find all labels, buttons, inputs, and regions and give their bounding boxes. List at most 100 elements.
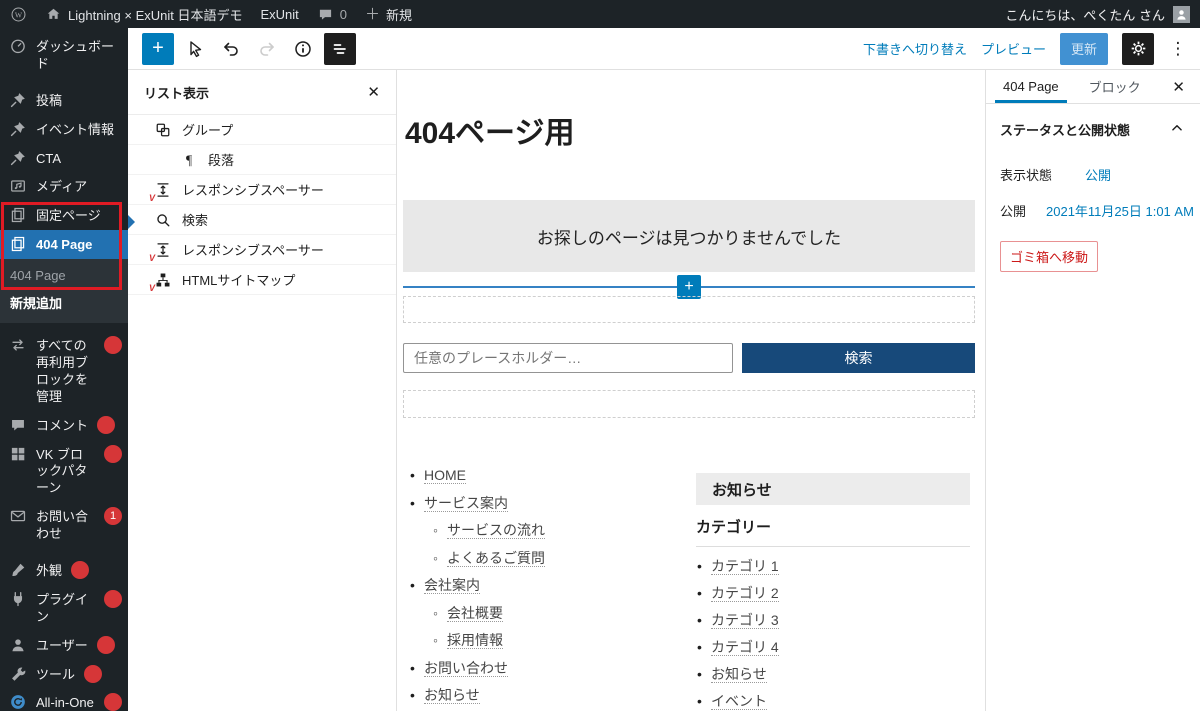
category-heading: カテゴリー bbox=[696, 516, 970, 547]
wrench-icon bbox=[9, 665, 27, 683]
pages-icon bbox=[9, 206, 27, 224]
grid-icon bbox=[9, 445, 27, 463]
sitemap-link: お問い合わせ bbox=[409, 655, 691, 683]
not-found-message-block[interactable]: お探しのページは見つかりませんでした bbox=[403, 200, 975, 272]
sidebar-bottom-group: すべての再利用ブロックを管理 コメント VK ブロックパターン bbox=[0, 331, 128, 711]
user-greeting[interactable]: こんにちは、ぺくたん さん bbox=[1005, 5, 1165, 24]
update-button[interactable]: 更新 bbox=[1060, 33, 1108, 65]
wordpress-editor-screen: W Lightning × ExUnit 日本語デモ ExUnit 0 ＋ 新規… bbox=[0, 0, 1200, 711]
sidebar-menu-item[interactable]: CTA bbox=[0, 144, 128, 173]
search-block: 検索 bbox=[403, 343, 975, 373]
select-tool-button[interactable] bbox=[180, 33, 210, 65]
redo-button[interactable] bbox=[252, 33, 282, 65]
media-icon bbox=[9, 177, 27, 195]
list-view-row[interactable]: V レスポンシブスペーサー bbox=[128, 175, 396, 205]
notification-badge bbox=[71, 561, 89, 579]
admin-bar-right: こんにちは、ぺくたん さん bbox=[1005, 5, 1200, 24]
list-view-row[interactable]: V 検索 bbox=[128, 205, 396, 235]
close-settings-icon[interactable]: ✕ bbox=[1157, 78, 1200, 96]
avatar[interactable] bbox=[1173, 6, 1190, 23]
site-link[interactable]: Lightning × ExUnit 日本語デモ bbox=[45, 5, 243, 24]
list-view-panel: リスト表示 ✕ V グループ ¶V 段落 V レスポンシブスペーサー bbox=[128, 70, 397, 711]
sidebar-menu-item[interactable]: お問い合わせ 1 bbox=[0, 502, 128, 548]
undo-button[interactable] bbox=[216, 33, 246, 65]
status-panel-header[interactable]: ステータスと公開状態 bbox=[986, 104, 1200, 148]
category-link: カテゴリ 2 bbox=[696, 580, 970, 607]
pin-icon bbox=[9, 91, 27, 109]
submenu-item-add-new[interactable]: 新規追加 bbox=[0, 288, 128, 317]
svg-text:W: W bbox=[15, 10, 23, 19]
list-view-rows: V グループ ¶V 段落 V レスポンシブスペーサー V 検索 bbox=[128, 114, 396, 295]
sitemap-link: よくあるご質問 bbox=[432, 545, 691, 573]
sitemap-link: お知らせ bbox=[409, 682, 691, 710]
brush-icon bbox=[9, 561, 27, 579]
category-link: カテゴリ 1 bbox=[696, 553, 970, 580]
block-inserter-button[interactable]: + bbox=[142, 33, 174, 65]
sidebar-menu-item[interactable]: ユーザー bbox=[0, 631, 128, 660]
sidebar-menu-item[interactable]: 外観 bbox=[0, 556, 128, 585]
publish-row: 公開 2021年11月25日 1:01 AM bbox=[986, 201, 1200, 220]
close-icon[interactable]: ✕ bbox=[367, 85, 380, 100]
post-title-field[interactable]: 404ページ用 bbox=[405, 108, 574, 152]
tab-document[interactable]: 404 Page bbox=[988, 70, 1074, 103]
home-icon bbox=[45, 6, 62, 23]
vk-block-badge: V bbox=[149, 194, 155, 203]
exunit-menu[interactable]: ExUnit bbox=[261, 7, 299, 22]
comments-menu[interactable]: 0 bbox=[317, 6, 347, 23]
switch-to-draft-link[interactable]: 下書きへ切り替え bbox=[863, 39, 967, 58]
visibility-row: 表示状態 公開 bbox=[986, 165, 1200, 184]
site-name: Lightning × ExUnit 日本語デモ bbox=[68, 5, 243, 24]
group-icon bbox=[154, 121, 172, 139]
news-widget: お知らせ カテゴリー カテゴリ 1 カテゴリ 2 カテゴリ 3 bbox=[696, 473, 970, 711]
list-view-row[interactable]: ¶V 段落 bbox=[128, 145, 396, 175]
list-view-toggle-button[interactable] bbox=[324, 33, 356, 65]
move-to-trash-button[interactable]: ゴミ箱へ移動 bbox=[1000, 241, 1098, 272]
options-menu-button[interactable]: ⋮ bbox=[1168, 39, 1188, 59]
sitemap-link: サービス案内 bbox=[409, 490, 691, 518]
sidebar-menu-item[interactable]: プラグイン bbox=[0, 585, 128, 631]
publish-date-link[interactable]: 2021年11月25日 1:01 AM bbox=[1046, 201, 1194, 220]
sidebar-menu-item[interactable]: メディア bbox=[0, 172, 128, 201]
tab-block[interactable]: ブロック bbox=[1074, 70, 1156, 103]
list-view-row[interactable]: V グループ bbox=[128, 115, 396, 145]
comments-bubble-icon bbox=[317, 6, 334, 23]
sidebar-menu-item[interactable]: ダッシュボード bbox=[0, 32, 128, 78]
settings-gear-button[interactable] bbox=[1122, 33, 1154, 65]
sidebar-menu-item[interactable]: 固定ページ bbox=[0, 201, 128, 230]
editor-toolbar-right: 下書きへ切り替え プレビュー 更新 ⋮ bbox=[863, 33, 1200, 65]
spacer-block-1[interactable] bbox=[403, 296, 975, 323]
list-view-header: リスト表示 ✕ bbox=[128, 70, 396, 114]
notification-badge bbox=[104, 590, 122, 608]
wordpress-menu[interactable]: W bbox=[10, 6, 27, 23]
notification-badge bbox=[97, 636, 115, 654]
search-input[interactable] bbox=[403, 343, 733, 373]
search-button[interactable]: 検索 bbox=[742, 343, 975, 373]
pin-icon bbox=[9, 149, 27, 167]
preview-link[interactable]: プレビュー bbox=[981, 39, 1046, 58]
visibility-value-link[interactable]: 公開 bbox=[1085, 165, 1111, 184]
submenu-item-404page-list[interactable]: 404 Page bbox=[0, 263, 128, 288]
list-view-title: リスト表示 bbox=[144, 83, 209, 102]
active-menu-arrow bbox=[128, 215, 142, 229]
sidebar-menu-item[interactable]: すべての再利用ブロックを管理 bbox=[0, 331, 128, 411]
spacer-block-2[interactable] bbox=[403, 390, 975, 418]
chevron-up-icon bbox=[1168, 119, 1186, 140]
settings-sidebar: 404 Page ブロック ✕ ステータスと公開状態 表示状態 公開 公開 20… bbox=[985, 70, 1200, 711]
list-view-row[interactable]: V HTMLサイトマップ bbox=[128, 265, 396, 295]
sidebar-item-404page[interactable]: 404 Page bbox=[0, 230, 128, 259]
sidebar-menu-item[interactable]: ツール bbox=[0, 660, 128, 689]
migration-icon bbox=[9, 693, 27, 711]
sidebar-submenu-404page: 404 Page 新規追加 bbox=[0, 259, 128, 323]
list-view-row[interactable]: V レスポンシブスペーサー bbox=[128, 235, 396, 265]
details-button[interactable] bbox=[288, 33, 318, 65]
sitemap-link-list: HOME サービス案内 サービスの流れ よくあるご質問 会社案内 bbox=[409, 462, 691, 710]
dashboard-icon bbox=[9, 37, 27, 55]
sidebar-menu-item[interactable]: コメント bbox=[0, 411, 128, 440]
sidebar-menu-item[interactable]: 投稿 bbox=[0, 86, 128, 115]
sidebar-menu-item[interactable]: All-in-One WP Migration bbox=[0, 688, 128, 711]
new-content-menu[interactable]: ＋ 新規 bbox=[365, 5, 412, 24]
search-icon bbox=[154, 211, 172, 229]
comment-icon bbox=[9, 416, 27, 434]
sidebar-menu-item[interactable]: VK ブロックパターン bbox=[0, 440, 128, 503]
sidebar-menu-item[interactable]: イベント情報 bbox=[0, 115, 128, 144]
